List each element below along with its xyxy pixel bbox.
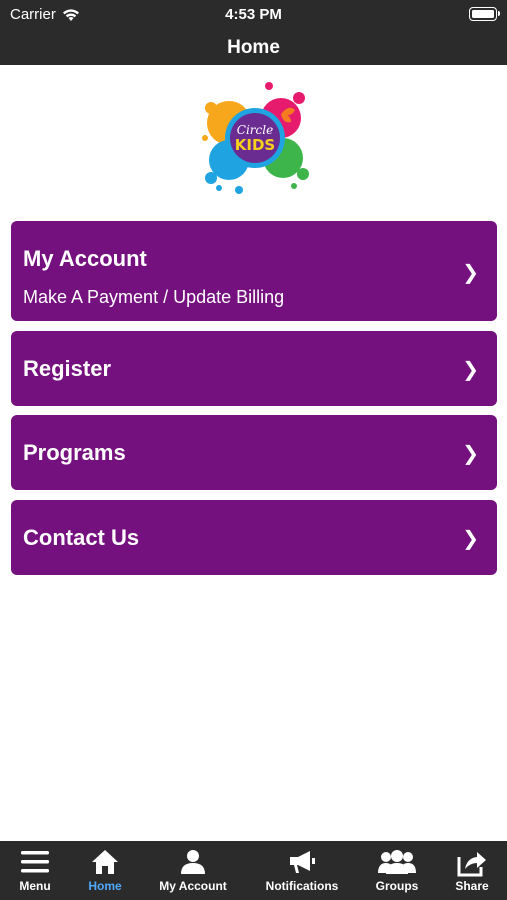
chevron-right-icon: ❯: [462, 528, 479, 550]
battery-icon: [469, 7, 500, 21]
tab-groups[interactable]: Groups: [362, 841, 432, 900]
person-icon: [181, 850, 205, 874]
menu-item-title: Programs: [23, 440, 126, 465]
chevron-right-icon: ❯: [462, 359, 479, 381]
tab-share[interactable]: Share: [440, 841, 504, 900]
tab-home[interactable]: Home: [70, 841, 140, 900]
group-icon: [378, 850, 416, 874]
menu-item-contact-us[interactable]: Contact Us ❯: [11, 500, 497, 575]
tab-label: Notifications: [265, 879, 339, 893]
menu-item-subtitle: Make A Payment / Update Billing: [23, 287, 285, 307]
logo-text-bottom: KIDS: [235, 136, 275, 154]
status-bar: Carrier 4:53 PM: [0, 0, 507, 30]
hamburger-icon: [21, 851, 49, 873]
menu-item-title: My Account: [23, 246, 147, 271]
tab-label: Menu: [19, 879, 51, 893]
tab-label: Home: [88, 879, 122, 893]
chevron-right-icon: ❯: [462, 443, 479, 465]
chevron-right-icon: ❯: [462, 262, 479, 284]
tab-bar: Menu Home My Account Notifications Group…: [0, 841, 507, 900]
menu-item-title: Register: [23, 356, 112, 381]
tab-label: Share: [455, 879, 489, 893]
page-title: Home: [227, 37, 280, 58]
share-icon: [457, 852, 486, 877]
menu-item-register[interactable]: Register ❯: [11, 331, 497, 406]
menu-item-my-account[interactable]: My Account Make A Payment / Update Billi…: [11, 221, 497, 321]
circle-kids-logo: Circle KIDS: [202, 82, 309, 194]
nav-bar: Home: [0, 30, 507, 65]
home-icon: [92, 850, 118, 874]
tab-notifications[interactable]: Notifications: [253, 841, 351, 900]
menu-item-title: Contact Us: [23, 525, 140, 550]
tab-my-account[interactable]: My Account: [145, 841, 241, 900]
tab-menu[interactable]: Menu: [0, 841, 70, 900]
status-time: 4:53 PM: [225, 6, 282, 23]
tab-label: Groups: [375, 879, 419, 893]
menu-item-programs[interactable]: Programs ❯: [11, 415, 497, 490]
logo-text-top: Circle: [237, 123, 273, 137]
tab-label: My Account: [159, 879, 227, 893]
megaphone-icon: [290, 851, 315, 873]
